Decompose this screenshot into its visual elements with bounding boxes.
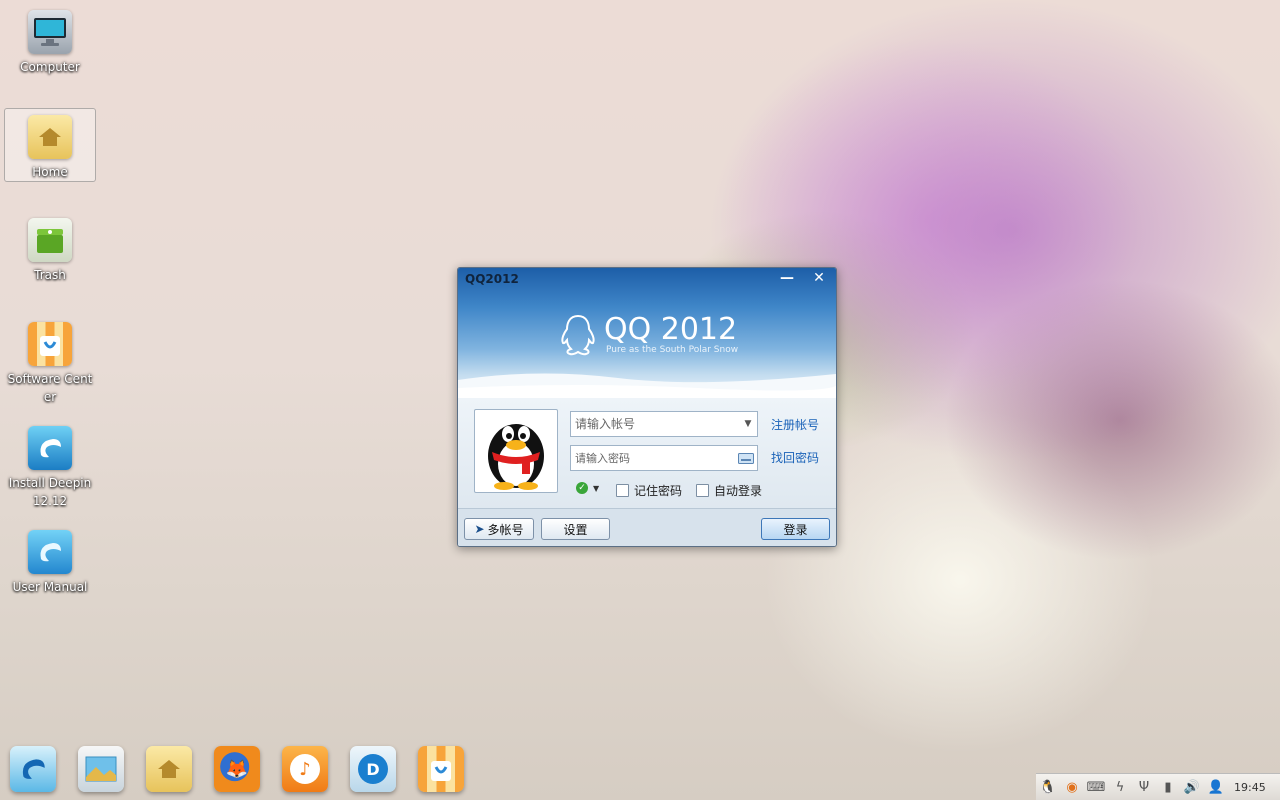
dock-item-file-manager[interactable] xyxy=(146,746,192,792)
login-button[interactable]: 登录 xyxy=(761,518,830,540)
multi-account-label: 多帐号 xyxy=(487,522,524,537)
account-input[interactable] xyxy=(570,411,758,437)
desktop-icon-label: Home xyxy=(32,165,68,179)
password-input[interactable] xyxy=(570,445,758,471)
remember-password-label: 记住密码 xyxy=(634,484,683,498)
desktop-icon-user-manual[interactable]: User Manual xyxy=(4,524,96,620)
computer-icon xyxy=(28,10,72,54)
close-icon: ✕ xyxy=(813,270,825,286)
virtual-keyboard-button[interactable] xyxy=(736,446,756,470)
qq-button-bar: ➤ 多帐号 设置 登录 xyxy=(458,508,836,546)
checkbox-box xyxy=(696,484,709,497)
checkbox-box xyxy=(616,484,629,497)
firefox-icon: 🦊 xyxy=(225,758,249,780)
register-account-link[interactable]: 注册帐号 xyxy=(771,416,819,433)
system-tray: 🐧 ◉ ⌨ ϟ Ψ ▮ 🔊 👤 19:45 xyxy=(1036,773,1280,800)
clock[interactable]: 19:45 xyxy=(1234,781,1266,794)
trash-icon xyxy=(28,218,72,262)
settings-label: 设置 xyxy=(563,522,588,537)
close-button[interactable]: ✕ xyxy=(804,268,834,288)
music-player-icon: ♪ xyxy=(290,754,320,784)
dock-item-media-player[interactable]: D xyxy=(350,746,396,792)
signal-icon[interactable]: ▮ xyxy=(1156,777,1180,797)
qq-slogan: Pure as the South Polar Snow xyxy=(606,345,739,355)
recover-password-link[interactable]: 找回密码 xyxy=(771,449,819,466)
auto-login-checkbox[interactable]: 自动登录 xyxy=(696,482,762,499)
window-title: QQ2012 xyxy=(465,272,519,286)
user-icon[interactable]: 👤 xyxy=(1204,777,1228,797)
minimize-button[interactable]: — xyxy=(772,268,802,288)
dock-item-software-center[interactable] xyxy=(418,746,464,792)
desktop-icon-software-center[interactable]: Software Center xyxy=(4,316,96,412)
qq-login-window: QQ2012 — ✕ QQ 2012 Pure as the South Pol… xyxy=(457,267,837,547)
user-manual-icon xyxy=(28,530,72,574)
desktop-icon-trash[interactable]: Trash xyxy=(4,212,96,308)
power-icon[interactable]: ϟ xyxy=(1108,777,1132,797)
online-status-icon: ✓ xyxy=(576,482,588,494)
qq-penguin-outline-icon xyxy=(561,314,595,356)
keyboard-icon xyxy=(738,452,754,464)
weibo-tray-icon[interactable]: ◉ xyxy=(1060,777,1084,797)
install-deepin-icon xyxy=(28,426,72,470)
dock-item-firefox[interactable]: 🦊 xyxy=(214,746,260,792)
desktop-icon-install-deepin[interactable]: Install Deepin 12.12 xyxy=(4,420,96,516)
media-player-icon: D xyxy=(358,754,388,784)
remember-password-checkbox[interactable]: 记住密码 xyxy=(616,482,682,499)
qq-login-form: ▼ 注册帐号 找回密码 ✓ ▼ 记住密码 自动登录 xyxy=(458,398,836,508)
chevron-down-icon: ▼ xyxy=(744,419,752,429)
desktop-icon-label: Software Center xyxy=(7,372,93,404)
software-center-icon xyxy=(431,761,451,781)
account-dropdown-button[interactable]: ▼ xyxy=(738,412,758,436)
dock-item-launcher[interactable] xyxy=(10,746,56,792)
multi-account-button[interactable]: ➤ 多帐号 xyxy=(464,518,534,540)
qq-penguin-avatar-icon xyxy=(488,424,544,490)
qq-banner: QQ2012 — ✕ QQ 2012 Pure as the South Pol… xyxy=(458,268,836,398)
qq-logo: QQ 2012 Pure as the South Polar Snow xyxy=(558,310,738,360)
desktop-icon-label: Install Deepin 12.12 xyxy=(8,476,92,508)
usb-icon[interactable]: Ψ xyxy=(1132,777,1156,797)
arrow-right-icon: ➤ xyxy=(474,522,485,536)
volume-icon[interactable]: 🔊 xyxy=(1180,777,1204,797)
qq-tray-icon[interactable]: 🐧 xyxy=(1036,777,1060,797)
auto-login-label: 自动登录 xyxy=(714,484,763,498)
desktop-icon-label: User Manual xyxy=(12,580,88,594)
desktop-icon-label: Trash xyxy=(34,268,66,282)
dock-item-image-viewer[interactable] xyxy=(78,746,124,792)
desktop-icon-label: Computer xyxy=(20,60,80,74)
chevron-down-icon: ▼ xyxy=(593,483,600,493)
dock: 🦊 ♪ D xyxy=(0,740,1030,800)
image-viewer-icon xyxy=(85,756,117,782)
minimize-icon: — xyxy=(780,270,794,286)
qq-logo-text: QQ 2012 xyxy=(604,312,738,347)
software-center-icon xyxy=(28,322,72,366)
home-folder-icon xyxy=(28,115,72,159)
keyboard-icon[interactable]: ⌨ xyxy=(1084,777,1108,797)
status-selector[interactable]: ✓ ▼ xyxy=(576,482,599,494)
desktop-icon-home[interactable]: Home xyxy=(4,108,96,182)
login-label: 登录 xyxy=(783,522,808,537)
file-manager-icon xyxy=(158,760,180,778)
avatar[interactable] xyxy=(474,409,558,493)
desktop-icon-computer[interactable]: Computer xyxy=(4,4,96,100)
dock-item-music-player[interactable]: ♪ xyxy=(282,746,328,792)
settings-button[interactable]: 设置 xyxy=(541,518,610,540)
deepin-launcher-icon xyxy=(22,759,45,779)
